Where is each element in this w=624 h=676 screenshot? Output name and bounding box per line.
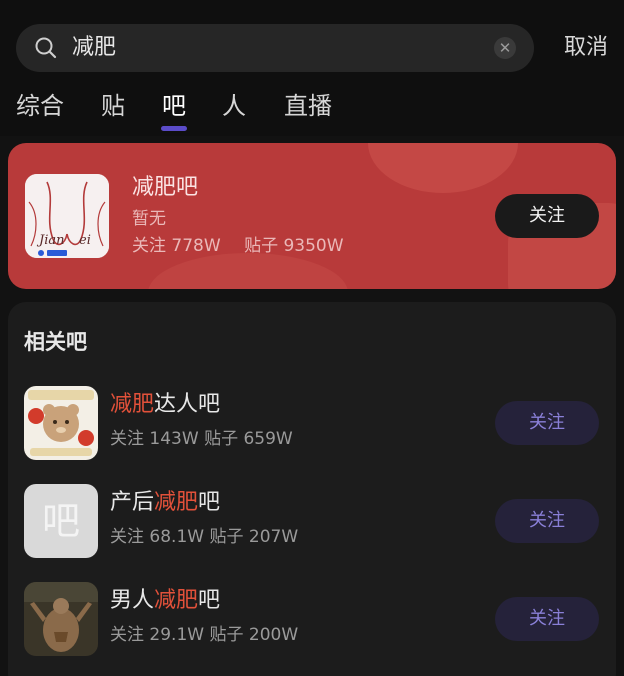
ba-name: 减肥达人吧	[110, 392, 221, 417]
ba-stats: 关注 29.1W 贴子 200W	[110, 625, 299, 645]
tab-posts[interactable]: 贴	[101, 90, 125, 122]
ba-name: 男人减肥吧	[110, 588, 221, 613]
follow-button[interactable]: 关注	[495, 597, 599, 641]
follow-button[interactable]: 关注	[495, 499, 599, 543]
related-ba-section: 相关吧 减肥达人吧 关注 143W 贴子 659W 关注 吧 产后减肥吧 关注 …	[8, 302, 616, 676]
ba-avatar[interactable]	[24, 386, 98, 460]
featured-ba-name: 减肥吧	[132, 175, 199, 200]
tab-indicator	[161, 126, 187, 131]
tab-live[interactable]: 直播	[284, 90, 332, 122]
ba-avatar[interactable]	[24, 582, 98, 656]
post-count: 贴子 9350W	[244, 236, 344, 256]
ba-avatar[interactable]: 吧	[24, 484, 98, 558]
ba-stats: 关注 143W 贴子 659W	[110, 429, 293, 449]
ba-avatar[interactable]: Jian ei	[25, 174, 109, 258]
search-query: 减肥	[72, 35, 117, 60]
featured-ba-stats: 关注 778W 贴子 9350W	[132, 234, 362, 258]
ba-name: 产后减肥吧	[110, 490, 221, 515]
decoration	[368, 143, 518, 193]
follow-count: 关注 778W	[132, 236, 221, 256]
decoration	[148, 253, 348, 289]
bear-mascot-icon	[24, 386, 98, 460]
featured-ba-description: 暂无	[132, 209, 166, 229]
tab-bar: 综合 贴 吧 人 直播	[0, 90, 624, 136]
tab-people[interactable]: 人	[222, 90, 246, 122]
default-ba-icon: 吧	[41, 499, 80, 543]
muscle-man-icon	[24, 582, 98, 656]
list-item[interactable]: 男人减肥吧 关注 29.1W 贴子 200W 关注	[8, 582, 616, 662]
svg-text:Jian: Jian	[36, 233, 65, 248]
follow-button[interactable]: 关注	[495, 194, 599, 238]
tab-ba[interactable]: 吧	[162, 90, 186, 122]
search-input[interactable]: 减肥 ✕	[16, 24, 534, 72]
tab-all[interactable]: 综合	[16, 90, 64, 122]
clear-icon[interactable]: ✕	[494, 37, 516, 59]
body-outline-icon: Jian ei	[25, 174, 109, 258]
section-title: 相关吧	[24, 330, 87, 354]
cancel-button[interactable]: 取消	[564, 34, 608, 62]
search-header: 减肥 ✕ 取消	[0, 0, 624, 96]
list-item[interactable]: 吧 产后减肥吧 关注 68.1W 贴子 207W 关注	[8, 484, 616, 564]
search-icon	[35, 37, 57, 59]
svg-text:ei: ei	[79, 233, 91, 248]
ba-stats: 关注 68.1W 贴子 207W	[110, 527, 299, 547]
list-item[interactable]: 减肥达人吧 关注 143W 贴子 659W 关注	[8, 386, 616, 466]
featured-ba-card[interactable]: Jian ei 减肥吧 暂无 关注 778W 贴子 9350W 关注	[8, 143, 616, 289]
follow-button[interactable]: 关注	[495, 401, 599, 445]
